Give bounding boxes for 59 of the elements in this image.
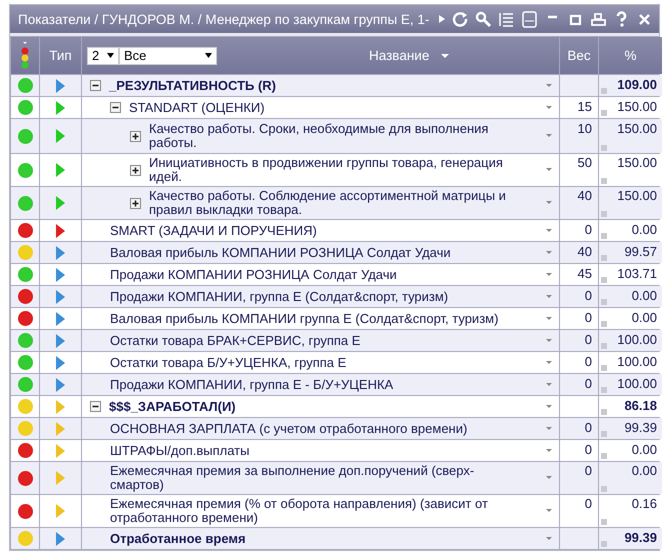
weight-cell: 0 <box>560 374 598 395</box>
indicator-name: ОСНОВНАЯ ЗАРПЛАТА (с учетом отработанного времени) <box>110 422 468 436</box>
weight-cell: 15 <box>560 97 598 118</box>
weight-cell: 40 <box>560 242 598 263</box>
percent-cell: 86.18 <box>599 396 662 417</box>
weight-cell: 0 <box>560 352 598 373</box>
percent-cell: 0.00 <box>599 286 662 307</box>
indicator-name: SMART (ЗАДАЧИ И ПОРУЧЕНИЯ) <box>110 224 318 238</box>
percent-cell: 150.00 <box>599 97 662 118</box>
indicator-name: _РЕЗУЛЬТАТИВНОСТЬ (R) <box>109 78 278 92</box>
percent-cell: 0.00 <box>599 440 662 461</box>
indicator-name: Качество работы. Сроки, необходимые для выполнения работы. <box>149 122 490 150</box>
percent-cell: 0.00 <box>599 220 662 241</box>
percent-cell: 100.00 <box>599 374 662 395</box>
window-title: Показатели / ГУНДОРОВ М. / Менеджер по закупкам группы Е, 1- <box>18 12 430 26</box>
column-header[interactable]: Название <box>369 48 430 63</box>
indicator-name: Ежемесячная премия за выполнение доп.поручений (сверх-смартов) <box>110 464 476 492</box>
percent-cell: 150.00 <box>599 187 662 219</box>
indicator-name: Валовая прибыль КОМПАНИИ группа Е (Солдат&спорт, туризм) <box>110 312 500 326</box>
weight-cell: 10 <box>560 119 598 153</box>
weight-cell: 50 <box>560 154 598 186</box>
indicator-name: Продажи КОМПАНИИ РОЗНИЦА Солдат Удачи <box>110 268 398 282</box>
percent-cell: 100.00 <box>599 330 662 351</box>
percent-cell: 0.16 <box>599 495 662 527</box>
percent-cell: 0.00 <box>599 462 662 494</box>
percent-cell: 100.00 <box>599 352 662 373</box>
weight-cell: 0 <box>560 462 598 494</box>
indicator-name: STANDART (ОЦЕНКИ) <box>129 100 266 114</box>
weight-cell: 45 <box>560 264 598 285</box>
percent-cell: 150.00 <box>599 119 662 153</box>
indicator-name: ШТРАФЫ/доп.выплаты <box>110 444 250 458</box>
weight-cell: 0 <box>560 418 598 439</box>
weight-cell: 0 <box>560 286 598 307</box>
weight-cell: 0 <box>560 495 598 527</box>
weight-cell: 0 <box>560 220 598 241</box>
filter-select[interactable]: Все <box>119 46 217 64</box>
indicator-name: Инициативность в продвижении группы товара, генерация идей. <box>149 156 504 184</box>
weight-cell: 0 <box>560 308 598 329</box>
indicator-name: Отработанное время <box>110 532 247 546</box>
percent-cell: 99.39 <box>599 418 662 439</box>
percent-cell: 109.00 <box>599 75 662 96</box>
weight-cell: 0 <box>560 440 598 461</box>
indicator-name: Продажи КОМПАНИИ, группа Е (Солдат&спорт, туризм) <box>110 290 450 304</box>
weight-cell: 0 <box>560 330 598 351</box>
percent-cell: 150.00 <box>599 154 662 186</box>
indicator-name: Качество работы. Соблюдение ассортиментной матрицы и правил выкладки товара. <box>149 189 507 217</box>
percent-cell: 0.00 <box>599 308 662 329</box>
indicator-name: Продажи КОМПАНИИ, группа Е - Б/У+УЦЕНКА <box>110 378 394 392</box>
weight-cell: 40 <box>560 187 598 219</box>
percent-cell: 99.57 <box>599 242 662 263</box>
percent-cell: 103.71 <box>599 264 662 285</box>
level-select[interactable]: 2 <box>87 46 119 64</box>
column-header[interactable]: % <box>624 48 636 63</box>
indicator-name: Остатки товара Б/У+УЦЕНКА, группа Е <box>110 356 348 370</box>
indicator-name: Валовая прибыль КОМПАНИИ РОЗНИЦА Солдат Удачи <box>110 246 452 260</box>
indicator-name: Ежемесячная премия (% от оборота направления) (зависит от отработанного времени) <box>110 497 489 525</box>
indicator-name: Остатки товара БРАК+СЕРВИС, группа Е <box>110 334 362 348</box>
percent-cell: 99.39 <box>599 528 662 549</box>
indicator-name: $$$_ЗАРАБОТАЛ(И) <box>109 400 237 414</box>
